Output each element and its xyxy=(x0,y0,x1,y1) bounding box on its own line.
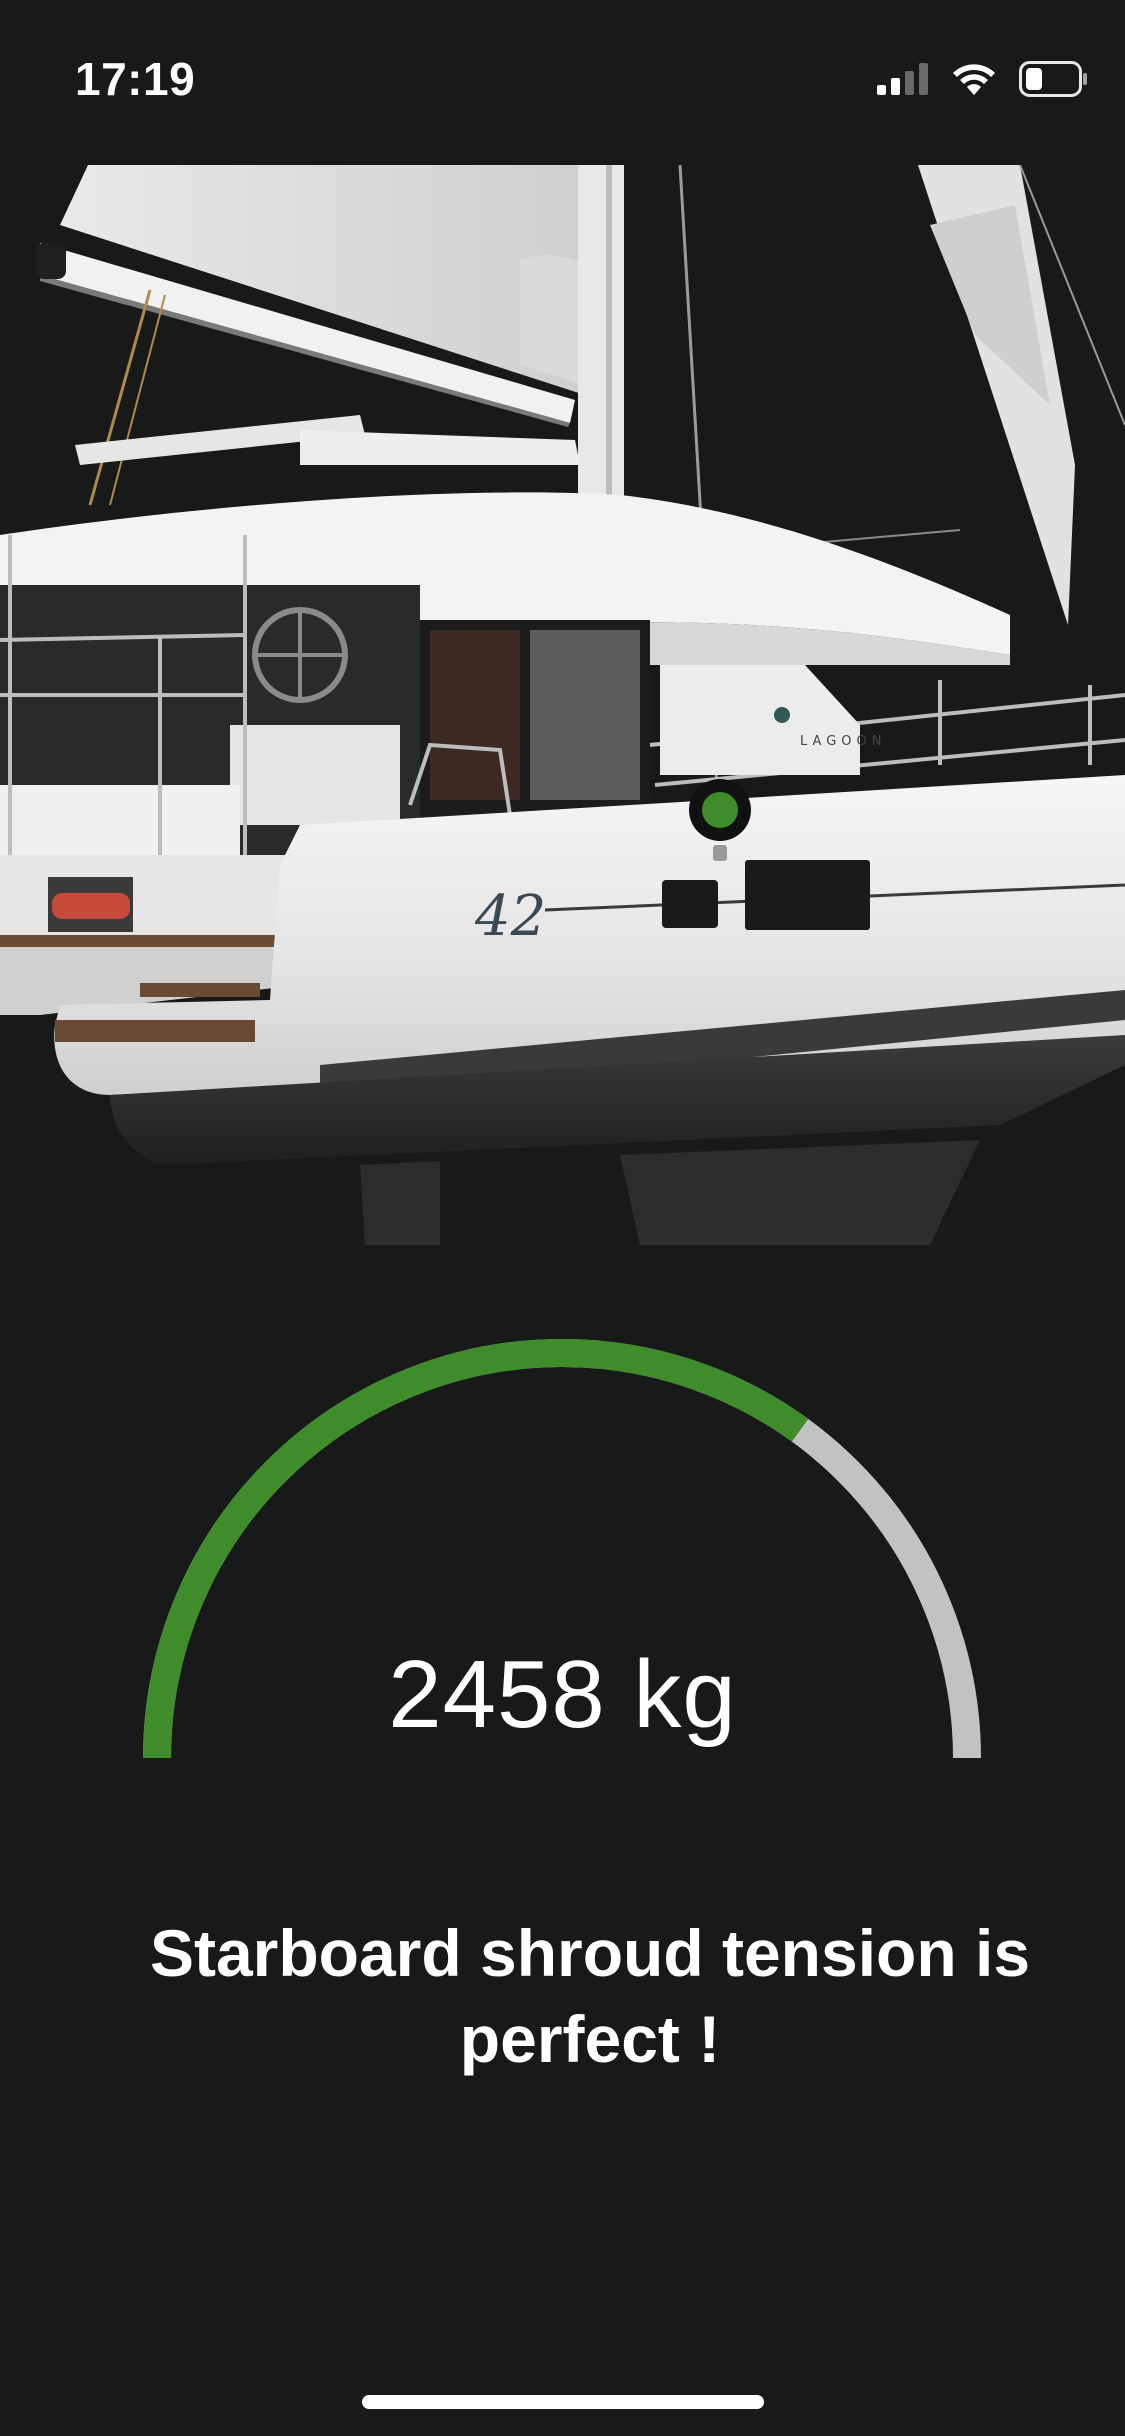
catamaran-image: LAGOON 42 xyxy=(0,165,1125,1245)
status-bar: 17:19 xyxy=(0,0,1125,160)
tension-value: 2458 kg xyxy=(388,1641,737,1748)
battery-icon xyxy=(1019,60,1089,102)
hull-number: 42 xyxy=(474,884,546,949)
status-icons xyxy=(877,58,1089,104)
wifi-icon xyxy=(951,62,997,101)
sensor-marker[interactable] xyxy=(689,779,751,841)
brand-text: LAGOON xyxy=(800,734,886,749)
status-time: 17:19 xyxy=(75,53,196,105)
tension-status-message: Starboard shroud tension is perfect ! xyxy=(149,1916,1031,2076)
home-indicator[interactable] xyxy=(362,2395,764,2409)
cellular-signal-icon xyxy=(877,62,929,100)
